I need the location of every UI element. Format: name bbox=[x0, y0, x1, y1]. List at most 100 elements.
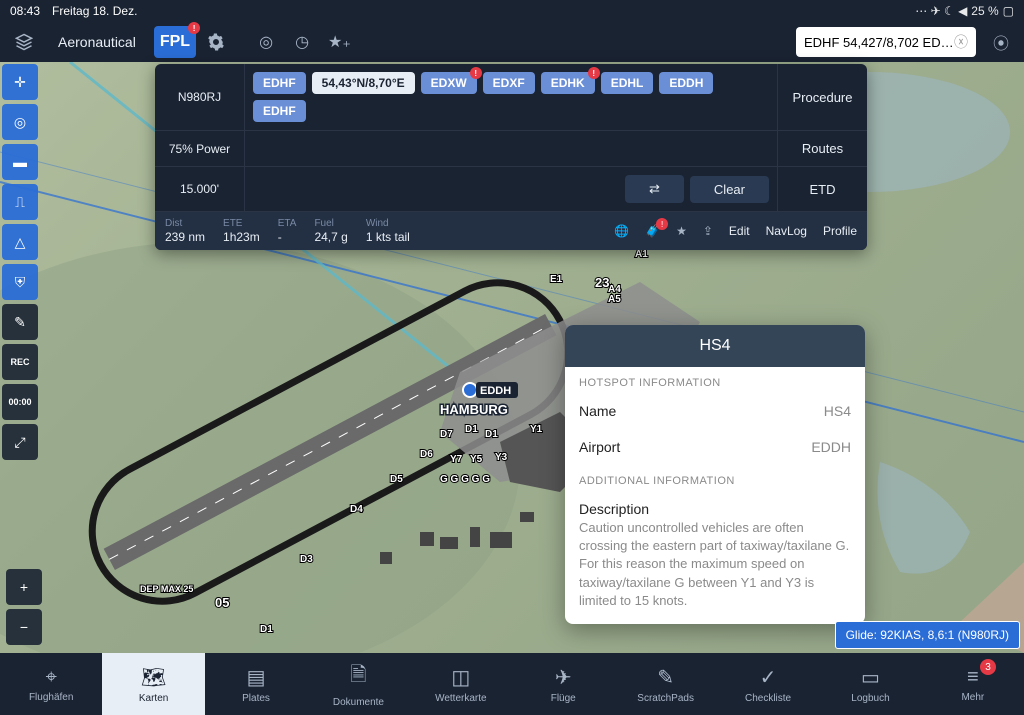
tab-plates[interactable]: ▤Plates bbox=[205, 653, 307, 715]
ios-status-bar: 08:43 Freitag 18. Dez. ⋯ ✈︎ ☾ ◀ 25 % ▢ bbox=[0, 0, 1024, 22]
hotspot-popup: HS4 HOTSPOT INFORMATION NameHS4 AirportE… bbox=[565, 325, 865, 624]
svg-text:23: 23 bbox=[595, 275, 609, 290]
documents-icon: 🗎 bbox=[350, 660, 366, 694]
procedure-button[interactable]: Procedure bbox=[777, 64, 867, 130]
more-icon: ≡ bbox=[967, 666, 979, 689]
popup-title: HS4 bbox=[565, 325, 865, 367]
tab-flights[interactable]: ✈Flüge bbox=[512, 653, 614, 715]
popup-airport-row: AirportEDDH bbox=[565, 429, 865, 465]
plates-icon: ▤ bbox=[247, 665, 266, 690]
eta-value: - bbox=[278, 230, 297, 244]
airport-code-label: EDDH bbox=[480, 385, 511, 397]
terrain-tool[interactable]: △ bbox=[2, 224, 38, 260]
svg-text:E1: E1 bbox=[550, 274, 563, 285]
svg-text:D7: D7 bbox=[440, 429, 453, 440]
flights-icon: ✈ bbox=[555, 665, 572, 690]
flight-plan-panel: N980RJ EDHF 54,43°N/8,70°E EDXW! EDXF ED… bbox=[155, 64, 867, 250]
zoom-out-button[interactable]: − bbox=[6, 609, 42, 645]
glide-badge[interactable]: Glide: 92KIAS, 8,6:1 (N980RJ) bbox=[835, 621, 1020, 649]
search-clear-icon[interactable]: ⓧ bbox=[954, 32, 968, 52]
terrain-profile-tool[interactable]: ⎍ bbox=[2, 184, 38, 220]
waypoint-strip[interactable]: EDHF 54,43°N/8,70°E EDXW! EDXF EDHK! EDH… bbox=[245, 64, 777, 130]
tab-scratchpads[interactable]: ✎ScratchPads bbox=[614, 653, 716, 715]
weather-icon: ◫ bbox=[451, 665, 470, 690]
edit-button[interactable]: Edit bbox=[729, 224, 750, 238]
zoom-controls: + − bbox=[4, 567, 44, 647]
search-box[interactable]: ⓧ bbox=[796, 27, 976, 57]
crosshair-tool[interactable]: ✛ bbox=[2, 64, 38, 100]
waypoint-pill[interactable]: EDHK! bbox=[541, 72, 595, 94]
locate-button[interactable]: ⦿ bbox=[986, 27, 1016, 57]
svg-text:A1: A1 bbox=[635, 249, 648, 260]
favorites-button[interactable]: ★₊ bbox=[322, 26, 357, 58]
link-tool[interactable]: ⤢ bbox=[2, 424, 38, 460]
star-icon[interactable]: ★ bbox=[676, 224, 687, 238]
svg-text:D5: D5 bbox=[390, 474, 403, 485]
waypoint-pill[interactable]: EDXW! bbox=[421, 72, 477, 94]
radar-tool[interactable]: ◎ bbox=[2, 104, 38, 140]
fpl-button[interactable]: FPL ! bbox=[154, 26, 196, 58]
tab-maps[interactable]: 🗺Karten bbox=[102, 653, 204, 715]
airspace-tool[interactable]: ⛨ bbox=[2, 264, 38, 300]
top-toolbar: Aeronautical FPL ! ◎ ◷ ★₊ ⓧ ⦿ bbox=[0, 22, 1024, 62]
tab-logbook[interactable]: ▭Logbuch bbox=[819, 653, 921, 715]
fuel-value: 24,7 g bbox=[314, 230, 347, 244]
map-tools-rail: ✛ ◎ ▬ ⎍ △ ⛨ ✎ REC 00:00 ⤢ bbox=[0, 62, 40, 462]
power-cell[interactable]: 75% Power bbox=[155, 131, 245, 166]
share-icon[interactable]: ⇪ bbox=[703, 224, 713, 238]
search-input[interactable] bbox=[804, 35, 954, 50]
briefing-icon[interactable]: 🧳! bbox=[645, 224, 660, 238]
draw-tool[interactable]: ✎ bbox=[2, 304, 38, 340]
waypoint-pill[interactable]: 54,43°N/8,70°E bbox=[312, 72, 415, 94]
routes-button[interactable]: Routes bbox=[777, 131, 867, 166]
dist-value: 239 nm bbox=[165, 230, 205, 244]
tab-airports[interactable]: ⌖Flughäfen bbox=[0, 653, 102, 715]
hazard-button[interactable]: ◎ bbox=[250, 26, 282, 58]
clear-route-button[interactable]: Clear bbox=[690, 176, 769, 203]
svg-text:Y5: Y5 bbox=[470, 454, 483, 465]
battery-icon: ▢ bbox=[1003, 4, 1014, 18]
waypoint-pill[interactable]: EDHL bbox=[601, 72, 654, 94]
aircraft-cell[interactable]: N980RJ bbox=[155, 64, 245, 130]
timer-button[interactable]: ◷ bbox=[286, 26, 318, 58]
svg-text:A5: A5 bbox=[608, 294, 621, 305]
map-icon: 🗺 bbox=[141, 665, 166, 690]
svg-text:D1: D1 bbox=[485, 429, 498, 440]
tab-documents[interactable]: 🗎Dokumente bbox=[307, 653, 409, 715]
waypoint-pill[interactable]: EDDH bbox=[659, 72, 713, 94]
popup-description: Caution uncontrolled vehicles are often … bbox=[565, 519, 865, 624]
ete-value: 1h23m bbox=[223, 230, 260, 244]
tab-weather[interactable]: ◫Wetterkarte bbox=[410, 653, 512, 715]
waypoint-pill[interactable]: EDXF bbox=[483, 72, 535, 94]
obstacle-tool[interactable]: ▬ bbox=[2, 144, 38, 180]
svg-text:Y7: Y7 bbox=[450, 454, 463, 465]
tab-checklist[interactable]: ✓Checkliste bbox=[717, 653, 819, 715]
fpl-alert-badge: ! bbox=[188, 22, 200, 34]
rec-button[interactable]: REC bbox=[2, 344, 38, 380]
wind-value: 1 kts tail bbox=[366, 230, 410, 244]
aeronautical-label[interactable]: Aeronautical bbox=[44, 26, 150, 58]
globe-icon[interactable]: 🌐 bbox=[614, 224, 629, 238]
svg-text:D3: D3 bbox=[300, 554, 313, 565]
bottom-tab-bar: ⌖Flughäfen 🗺Karten ▤Plates 🗎Dokumente ◫W… bbox=[0, 653, 1024, 715]
waypoint-pill[interactable]: EDHF bbox=[253, 72, 306, 94]
svg-text:DEP MAX 25: DEP MAX 25 bbox=[140, 584, 193, 594]
navlog-button[interactable]: NavLog bbox=[766, 224, 807, 238]
svg-text:D4: D4 bbox=[350, 504, 363, 515]
reverse-route-button[interactable]: ⇄ bbox=[625, 175, 684, 203]
timer-display: 00:00 bbox=[2, 384, 38, 420]
svg-text:D1: D1 bbox=[260, 624, 273, 635]
checklist-icon: ✓ bbox=[760, 665, 777, 690]
tab-more[interactable]: ≡Mehr3 bbox=[922, 653, 1024, 715]
airport-icon: ⌖ bbox=[46, 666, 57, 689]
profile-button[interactable]: Profile bbox=[823, 224, 857, 238]
popup-name-row: NameHS4 bbox=[565, 393, 865, 429]
waypoint-pill[interactable]: EDHF bbox=[253, 100, 306, 122]
layers-button[interactable] bbox=[8, 26, 40, 58]
etd-button[interactable]: ETD bbox=[777, 167, 867, 211]
svg-text:D1: D1 bbox=[465, 424, 478, 435]
settings-button[interactable] bbox=[200, 26, 232, 58]
zoom-in-button[interactable]: + bbox=[6, 569, 42, 605]
altitude-cell[interactable]: 15.000' bbox=[155, 167, 245, 211]
status-battery: 25 % bbox=[971, 4, 998, 18]
